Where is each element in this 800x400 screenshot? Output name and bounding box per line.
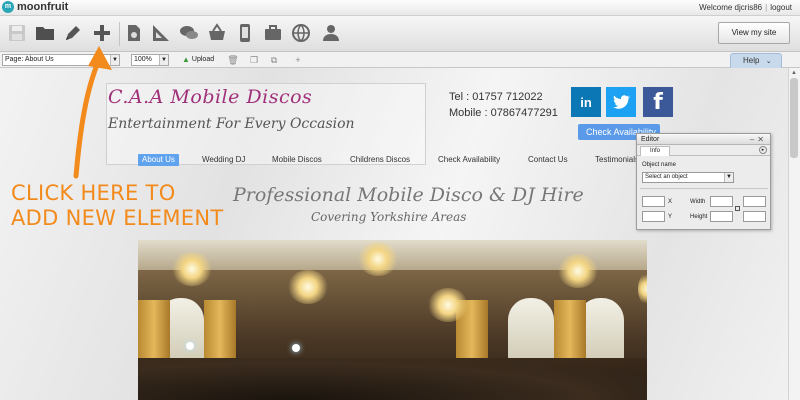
nav-about-us[interactable]: About Us <box>138 154 179 166</box>
upload-button[interactable]: ▲ Upload <box>182 54 214 66</box>
photo-dj-light <box>186 342 194 350</box>
y-label: Y <box>668 214 673 220</box>
x-label: X <box>668 199 673 205</box>
annotation-line-2: ADD NEW ELEMENT <box>11 206 224 230</box>
zoom-select[interactable]: 100% ▼ <box>131 54 169 66</box>
toolbar-separator <box>119 22 120 46</box>
zoom-value: 100% <box>134 56 152 63</box>
tab-info[interactable]: Info <box>640 146 670 156</box>
folder-icon[interactable] <box>34 22 56 44</box>
height-label: Height <box>690 214 708 220</box>
chevron-down-icon: ▼ <box>159 55 168 65</box>
save-icon[interactable] <box>6 22 28 44</box>
editor-tabs: Info ▸ <box>637 145 770 156</box>
editor-title: Editor <box>641 136 660 143</box>
moonfruit-logo[interactable]: m moonfruit <box>2 1 68 13</box>
facebook-icon[interactable]: f <box>643 87 673 117</box>
chevron-down-icon: ▼ <box>110 55 119 65</box>
photo-chandelier <box>172 252 212 286</box>
nav-testimonials[interactable]: Testimonials <box>595 154 639 166</box>
view-my-site-button[interactable]: View my site <box>718 22 790 44</box>
secondary-toolbar: Page: About Us ▼ 100% ▼ ▲ Upload 🗑 ❐ ⧉ + <box>0 52 800 68</box>
briefcase-icon[interactable] <box>262 22 284 44</box>
linkedin-icon[interactable]: in <box>571 87 601 117</box>
editor-divider <box>640 188 768 189</box>
lock-aspect-icon[interactable] <box>735 206 740 211</box>
editor-window-controls[interactable]: –✕ <box>750 134 767 145</box>
options-icon[interactable]: ▸ <box>759 146 767 154</box>
nav-check-availability[interactable]: Check Availability <box>438 154 500 166</box>
welcome-text: Welcome djcris86 <box>699 3 763 12</box>
telephone-text[interactable]: Tel : 01757 712022 <box>449 91 543 103</box>
ruler-icon[interactable] <box>150 22 172 44</box>
chevron-down-icon: ⌄ <box>765 58 772 65</box>
annotation-line-1: CLICK HERE TO <box>11 181 176 205</box>
bottom-field[interactable] <box>743 211 766 222</box>
photo-chandelier <box>558 254 598 288</box>
right-field[interactable] <box>743 196 766 207</box>
copy-icon[interactable]: ❐ <box>248 54 260 66</box>
scroll-up-icon[interactable]: ▲ <box>789 69 799 77</box>
main-toolbar: View my site <box>0 16 800 52</box>
object-select-value: Select an object <box>645 174 688 180</box>
page-select-value: Page: About Us <box>5 56 54 63</box>
new-page-icon[interactable] <box>123 22 145 44</box>
object-select[interactable]: Select an object ▼ <box>642 172 734 183</box>
photo-chandelier <box>428 288 468 322</box>
user-icon[interactable] <box>320 22 342 44</box>
scrollbar-thumb[interactable] <box>790 78 798 158</box>
top-bar: m moonfruit Welcome djcris86 | logout <box>0 0 800 16</box>
logout-link[interactable]: logout <box>770 3 792 12</box>
nav-wedding-dj[interactable]: Wedding DJ <box>202 154 245 166</box>
subheadline[interactable]: Covering Yorkshire Areas <box>311 210 466 224</box>
twitter-icon[interactable] <box>606 87 636 117</box>
editor-panel[interactable]: Editor –✕ Info ▸ Object name Select an o… <box>636 133 771 230</box>
moonfruit-logo-icon: m <box>2 1 14 13</box>
nav-childrens-discos[interactable]: Childrens Discos <box>350 154 410 166</box>
photo-chandelier <box>288 270 328 304</box>
account-info: Welcome djcris86 | logout <box>699 3 792 12</box>
chat-icon[interactable] <box>178 22 200 44</box>
headline[interactable]: Professional Mobile Disco & DJ Hire <box>233 184 584 206</box>
globe-icon[interactable] <box>290 22 312 44</box>
paste-icon[interactable]: ⧉ <box>268 54 280 66</box>
object-name-label: Object name <box>642 162 677 168</box>
add-icon[interactable]: + <box>292 54 304 66</box>
venue-photo[interactable] <box>138 240 647 400</box>
editor-title-bar[interactable]: Editor –✕ <box>637 134 770 145</box>
site-title[interactable]: C.A.A Mobile Discos <box>108 86 312 108</box>
photo-crowd <box>138 358 647 400</box>
add-element-icon[interactable] <box>91 22 113 44</box>
photo-dj-light <box>292 344 300 352</box>
height-field[interactable] <box>710 211 733 222</box>
width-label: Width <box>690 199 706 205</box>
photo-chandelier <box>358 242 398 276</box>
x-field[interactable] <box>642 196 665 207</box>
nav-mobile-discos[interactable]: Mobile Discos <box>272 154 322 166</box>
mobile-icon[interactable] <box>234 22 256 44</box>
basket-icon[interactable] <box>206 22 228 44</box>
trash-icon[interactable]: 🗑 <box>227 54 239 66</box>
page-select[interactable]: Page: About Us ▼ <box>2 54 120 66</box>
nav-contact-us[interactable]: Contact Us <box>528 154 568 166</box>
chevron-down-icon: ▼ <box>724 173 733 182</box>
y-field[interactable] <box>642 211 665 222</box>
width-field[interactable] <box>710 196 733 207</box>
help-label: Help <box>743 56 760 65</box>
brand-name: moonfruit <box>17 1 69 13</box>
photo-chandelier <box>638 272 647 306</box>
pen-icon[interactable] <box>62 22 84 44</box>
site-tagline[interactable]: Entertainment For Every Occasion <box>108 116 355 132</box>
mobile-text[interactable]: Mobile : 07867477291 <box>449 107 558 119</box>
upload-label: Upload <box>191 56 215 63</box>
help-tab[interactable]: Help ⌄ <box>730 53 782 68</box>
upload-icon: ▲ <box>182 55 190 64</box>
